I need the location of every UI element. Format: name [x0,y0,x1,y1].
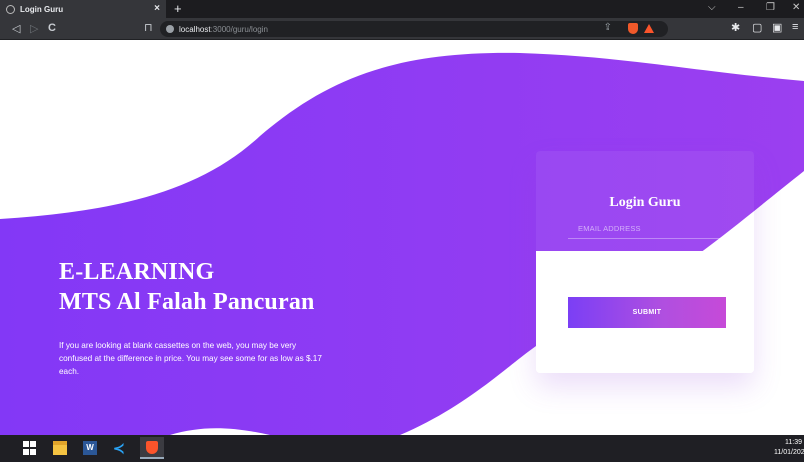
close-window-button[interactable]: ✕ [792,2,800,13]
hero-description: If you are looking at blank cassettes on… [59,341,322,376]
login-card: Login Guru EMAIL ADDRESS PASSWORD SUBMIT [536,151,754,373]
brave-rewards-icon[interactable] [644,24,654,33]
vscode-icon[interactable]: ≺ [113,441,127,455]
screen: Login Guru × + ⌵ – ❐ ✕ ◁ ▷ C ⊓ localhost… [0,0,804,462]
url-path: :3000/guru/login [210,24,268,34]
email-placeholder: EMAIL ADDRESS [578,224,641,233]
minimize-button[interactable]: – [738,2,744,13]
restore-button[interactable]: ❐ [766,2,775,13]
close-tab-icon[interactable]: × [154,3,160,14]
word-icon[interactable]: W [83,441,97,455]
site-info-icon[interactable] [166,25,174,33]
bookmark-icon[interactable]: ⊓ [144,21,153,34]
reload-button[interactable]: C [48,22,56,34]
tab-search-icon[interactable]: ⌵ [708,2,716,13]
url-host: localhost [179,24,211,34]
globe-icon [6,4,15,14]
share-icon[interactable]: ⇪ [604,22,612,33]
password-field[interactable]: PASSWORD [568,257,724,274]
tab-title: Login Guru [20,4,64,14]
clock-date: 11/01/202 [774,449,804,456]
sidebar-icon[interactable]: ▢ [752,21,762,34]
hero-section: E-LEARNING MTS Al Falah Pancuran If you … [59,257,327,378]
password-placeholder: PASSWORD [578,259,623,268]
new-tab-button[interactable]: + [174,1,182,16]
system-clock[interactable]: 11:39 11/01/202 [774,438,804,458]
back-button[interactable]: ◁ [12,22,20,35]
hero-title: E-LEARNING MTS Al Falah Pancuran [59,257,327,317]
browser-tab[interactable]: Login Guru × [0,0,166,18]
email-field[interactable]: EMAIL ADDRESS [568,222,724,239]
extensions-icon[interactable]: ✱ [731,21,740,34]
browser-tab-bar: Login Guru × + ⌵ – ❐ ✕ [0,0,804,18]
login-title: Login Guru [609,195,681,210]
submit-button[interactable]: SUBMIT [568,297,726,328]
brave-shields-icon[interactable] [628,23,638,34]
forward-button[interactable]: ▷ [30,22,38,35]
address-bar[interactable]: localhost:3000/guru/login ⇪ [160,21,668,37]
brave-browser-icon[interactable] [140,437,164,459]
hero-title-line1: E-LEARNING [59,259,215,285]
login-page: E-LEARNING MTS Al Falah Pancuran If you … [0,41,804,435]
windows-start-icon[interactable] [23,441,37,455]
clock-time: 11:39 [785,439,802,446]
taskbar: W ≺ 11:39 11/01/202 [0,435,804,462]
wallet-icon[interactable]: ▣ [772,21,782,34]
browser-toolbar: ◁ ▷ C ⊓ localhost:3000/guru/login ⇪ ✱ ▢ … [0,18,804,40]
hero-title-line2: MTS Al Falah Pancuran [59,289,315,315]
menu-icon[interactable]: ≡ [792,21,798,33]
file-explorer-icon[interactable] [53,441,67,455]
